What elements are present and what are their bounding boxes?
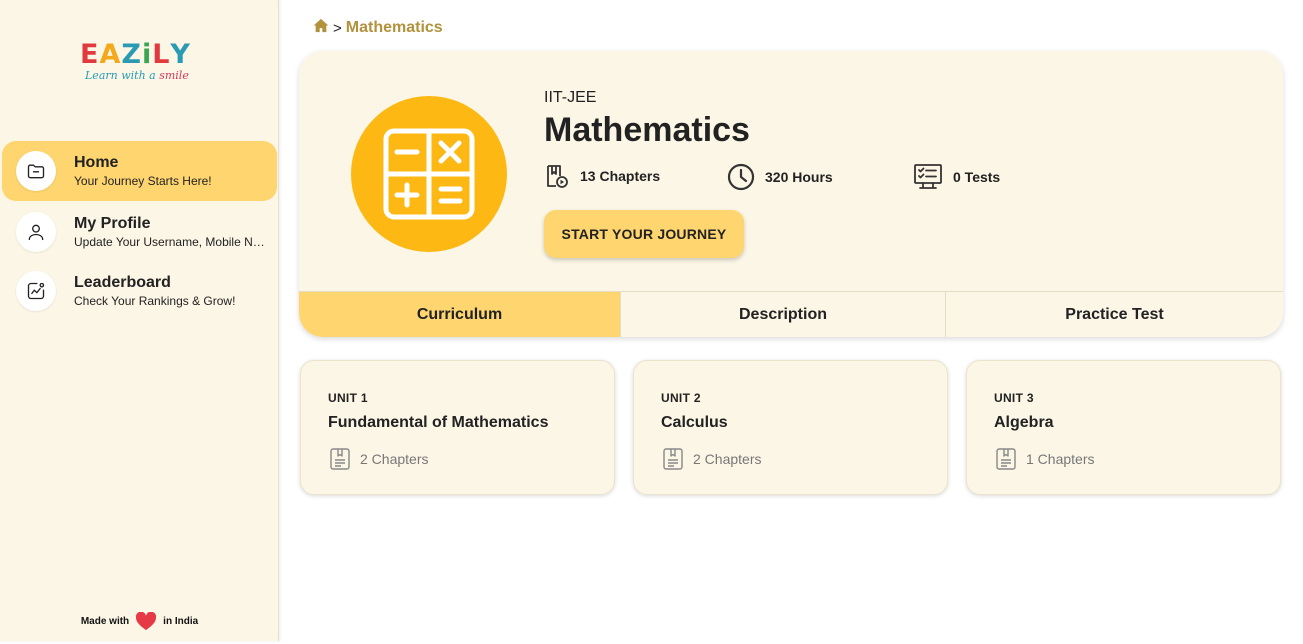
unit-chapters-count: 2 Chapters: [693, 451, 762, 467]
unit-chapters-count: 1 Chapters: [1026, 451, 1095, 467]
stat-hours: 320 Hours: [727, 163, 833, 191]
chapters-count: 13 Chapters: [580, 168, 661, 184]
unit-card-3[interactable]: UNIT 3 Algebra 1 Chapters: [966, 360, 1281, 495]
sidebar-item-profile-text: My Profile Update Your Username, Mobile …: [74, 214, 265, 250]
app-root: EAZiLY Learn with a smile Home Your Jour…: [0, 0, 1303, 644]
logo-wordmark: EAZiLY: [80, 40, 210, 70]
in-india-label: in India: [163, 616, 199, 627]
user-icon: [16, 212, 56, 252]
home-icon[interactable]: [313, 18, 329, 38]
breadcrumb: > Mathematics: [313, 18, 443, 38]
unit-label: UNIT 1: [328, 391, 368, 405]
course-category: IIT-JEE: [544, 89, 597, 106]
unit-label: UNIT 2: [661, 391, 701, 405]
sidebar-item-title: Leaderboard: [74, 274, 171, 291]
unit-card-1[interactable]: UNIT 1 Fundamental of Mathematics 2 Chap…: [300, 360, 615, 495]
unit-label: UNIT 3: [994, 391, 1034, 405]
unit-title: Fundamental of Mathematics: [328, 414, 549, 431]
course-hero-card: IIT-JEE Mathematics 13 Chapters 320 Hour…: [299, 51, 1283, 337]
course-tabs: Curriculum Description Practice Test: [299, 291, 1283, 337]
tab-practice-test[interactable]: Practice Test: [946, 292, 1283, 337]
tagline-start: Learn with a: [85, 69, 160, 82]
unit-title: Algebra: [994, 414, 1054, 431]
stat-tests: 0 Tests: [913, 163, 1000, 191]
made-with-label: Made with: [80, 616, 130, 627]
unit-card-2[interactable]: UNIT 2 Calculus 2 Chapters: [633, 360, 948, 495]
unit-chapters: 2 Chapters: [661, 447, 761, 471]
calculator-icon: [351, 96, 507, 252]
logo-letter-2: A: [99, 39, 122, 70]
tab-description[interactable]: Description: [621, 292, 946, 337]
book-icon: [330, 448, 350, 470]
sidebar-item-leaderboard[interactable]: Leaderboard Check Your Rankings & Grow!: [2, 261, 277, 321]
logo-letter-6: Y: [170, 39, 191, 70]
sidebar-item-subtitle: Your Journey Starts Here!: [74, 174, 212, 188]
sidebar-item-home[interactable]: Home Your Journey Starts Here!: [2, 141, 277, 201]
folder-icon: [16, 151, 56, 191]
sidebar-item-profile[interactable]: My Profile Update Your Username, Mobile …: [2, 202, 277, 262]
sidebar-item-subtitle: Update Your Username, Mobile Number & Pa…: [74, 235, 265, 249]
monitor-test-icon: [914, 164, 942, 189]
logo-letter-4: i: [141, 39, 153, 70]
breadcrumb-separator: >: [333, 19, 342, 37]
heart-icon: [136, 612, 157, 631]
logo-letter-1: E: [80, 39, 100, 70]
start-journey-button[interactable]: START YOUR JOURNEY: [544, 210, 744, 258]
unit-title: Calculus: [661, 414, 728, 431]
unit-chapters-count: 2 Chapters: [360, 451, 429, 467]
sidebar: EAZiLY Learn with a smile Home Your Jour…: [0, 0, 279, 641]
unit-chapters: 1 Chapters: [994, 447, 1094, 471]
book-icon: [663, 448, 683, 470]
brand-logo[interactable]: EAZiLY Learn with a smile: [80, 40, 210, 90]
logo-tagline: Learn with a smile: [85, 69, 210, 82]
logo-letter-3: Z: [121, 39, 142, 70]
tests-count: 0 Tests: [953, 169, 1001, 185]
book-icon: [996, 448, 1016, 470]
tagline-smile: smile: [159, 69, 189, 82]
course-title: Mathematics: [544, 111, 750, 149]
hours-count: 320 Hours: [765, 169, 833, 185]
sidebar-item-title: My Profile: [74, 215, 151, 232]
book-play-icon: [547, 165, 568, 188]
chart-icon: [16, 271, 56, 311]
tab-curriculum[interactable]: Curriculum: [299, 292, 621, 337]
logo-letter-5: L: [152, 39, 171, 70]
breadcrumb-current[interactable]: Mathematics: [346, 19, 443, 37]
unit-chapters: 2 Chapters: [328, 447, 428, 471]
clock-icon: [727, 163, 755, 191]
sidebar-item-title: Home: [74, 154, 119, 171]
sidebar-item-subtitle: Check Your Rankings & Grow!: [74, 294, 236, 308]
sidebar-item-leaderboard-text: Leaderboard Check Your Rankings & Grow!: [74, 273, 265, 309]
made-in-india-footer: Made with in India: [0, 612, 279, 631]
stat-chapters: 13 Chapters: [544, 163, 660, 189]
sidebar-item-home-text: Home Your Journey Starts Here!: [74, 153, 265, 189]
